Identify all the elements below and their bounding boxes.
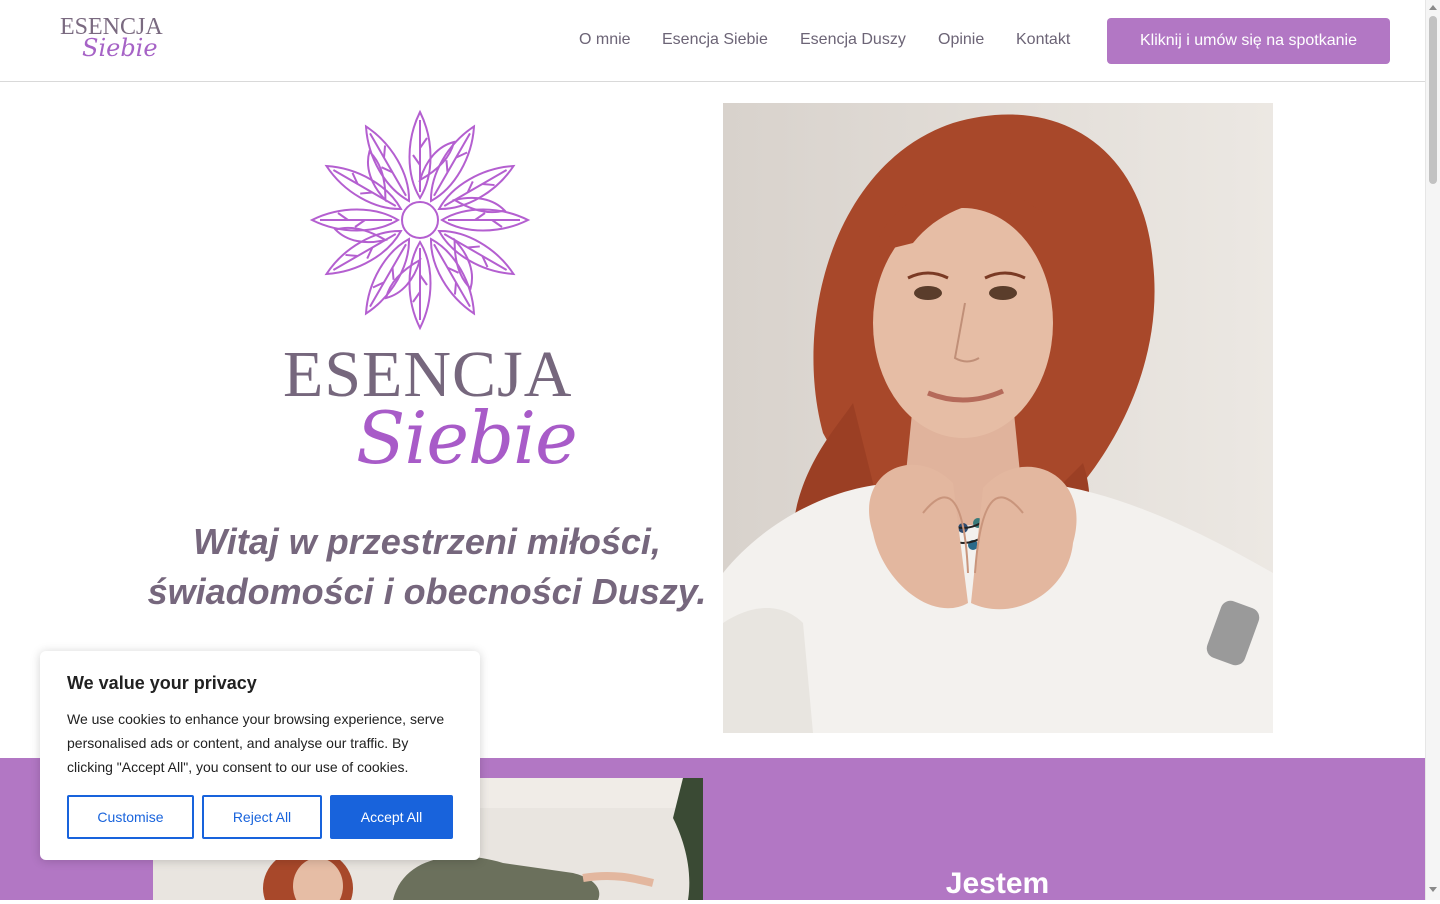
scrollbar-thumb[interactable] bbox=[1429, 16, 1437, 184]
cookie-title: We value your privacy bbox=[67, 673, 257, 693]
hero-logo-siebie: Siebie bbox=[356, 396, 578, 480]
section-heading: Jestem bbox=[945, 867, 1050, 900]
logo-word-siebie: Siebie bbox=[82, 34, 158, 62]
nav-item-esencja-siebie[interactable]: Esencja Siebie bbox=[662, 30, 768, 50]
scroll-down-arrow-icon[interactable] bbox=[1429, 887, 1437, 892]
mandala-logo-icon bbox=[311, 109, 529, 329]
nav-item-kontakt[interactable]: Kontakt bbox=[1016, 30, 1070, 50]
nav-item-esencja-duszy[interactable]: Esencja Duszy bbox=[800, 30, 906, 50]
nav-item-opinie[interactable]: Opinie bbox=[938, 30, 984, 50]
hero-tagline-line1: Witaj w przestrzeni miłości, bbox=[193, 521, 661, 562]
hero-tagline: Witaj w przestrzeni miłości, świadomości… bbox=[130, 517, 724, 617]
hero-tagline-line2: świadomości i obecności Duszy. bbox=[147, 571, 707, 612]
reject-all-button[interactable]: Reject All bbox=[202, 795, 322, 839]
cookie-text: We use cookies to enhance your browsing … bbox=[67, 711, 445, 775]
cookie-consent-banner: We value your privacy We use cookies to … bbox=[40, 651, 480, 860]
nav-item-o-mnie[interactable]: O mnie bbox=[579, 30, 631, 50]
page-scrollbar[interactable] bbox=[1425, 0, 1440, 900]
portrait-photo bbox=[723, 103, 1273, 733]
site-header: ESENCJA Siebie O mnie Esencja Siebie Ese… bbox=[0, 0, 1425, 82]
accept-all-button[interactable]: Accept All bbox=[330, 795, 453, 839]
scroll-up-arrow-icon[interactable] bbox=[1429, 5, 1437, 10]
customise-button[interactable]: Customise bbox=[67, 795, 194, 839]
book-appointment-button[interactable]: Kliknij i umów się na spotkanie bbox=[1107, 18, 1390, 64]
site-logo[interactable]: ESENCJA Siebie bbox=[60, 14, 163, 66]
